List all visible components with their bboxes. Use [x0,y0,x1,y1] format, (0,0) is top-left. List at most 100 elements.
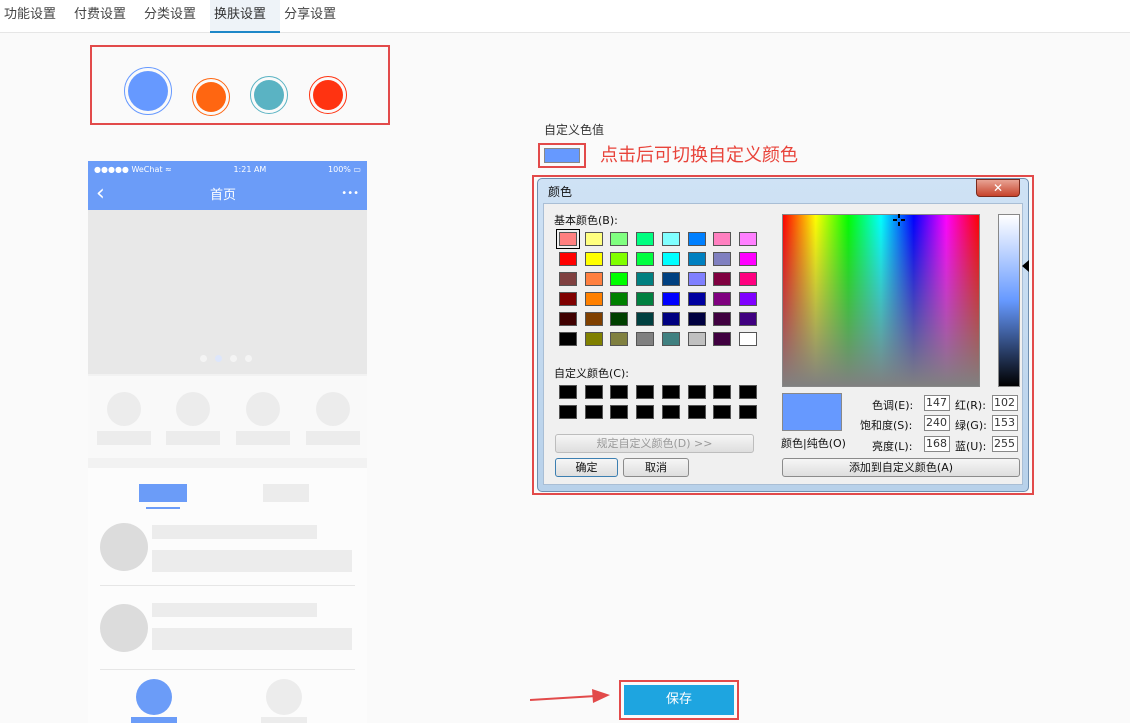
basic-color-cell[interactable] [738,312,757,326]
theme-swatch-group [90,45,390,125]
custom-color-cell[interactable] [661,385,680,399]
ok-button[interactable]: 确定 [555,458,618,477]
basic-color-cell[interactable] [610,312,629,326]
theme-swatch-red[interactable] [309,76,347,114]
custom-color-cell[interactable] [738,385,757,399]
basic-color-cell[interactable] [713,272,732,286]
custom-color-picker-button[interactable] [538,143,586,168]
basic-color-cell[interactable] [636,332,655,346]
basic-color-cell[interactable] [559,292,577,306]
cancel-button[interactable]: 取消 [623,458,689,477]
luminance-arrow-icon[interactable] [1022,260,1029,272]
custom-color-cell[interactable] [559,405,577,419]
custom-color-cell[interactable] [687,405,706,419]
custom-color-cell[interactable] [610,385,629,399]
tab-function[interactable]: 功能设置 [0,0,70,33]
define-custom-colors-button[interactable]: 规定自定义颜色(D) >> [555,434,754,453]
tab-share[interactable]: 分享设置 [280,0,350,33]
basic-color-cell[interactable] [584,232,603,246]
basic-color-cell[interactable] [738,292,757,306]
custom-color-cell[interactable] [584,405,603,419]
color-spectrum[interactable] [782,214,980,387]
custom-color-cell[interactable] [713,405,732,419]
custom-color-cell[interactable] [610,405,629,419]
blue-label: 蓝(U): [955,440,987,453]
custom-color-cell[interactable] [559,385,577,399]
basic-color-cell[interactable] [610,332,629,346]
basic-color-cell[interactable] [713,312,732,326]
color-dialog-title: 颜色 [548,185,573,199]
tab-payment[interactable]: 付费设置 [70,0,140,33]
basic-color-cell[interactable] [559,332,577,346]
basic-color-cell[interactable] [636,312,655,326]
luminance-input[interactable]: 168 [924,436,950,452]
basic-color-cell[interactable] [738,272,757,286]
basic-color-cell[interactable] [687,232,706,246]
basic-color-cell[interactable] [636,252,655,266]
add-to-custom-colors-button[interactable]: 添加到自定义颜色(A) [782,458,1020,477]
custom-color-cell[interactable] [713,385,732,399]
basic-color-cell[interactable] [687,312,706,326]
red-label: 红(R): [955,399,986,412]
theme-swatch-blue[interactable] [124,67,172,115]
custom-color-cell[interactable] [636,385,655,399]
basic-color-cell[interactable] [559,252,577,266]
basic-color-cell[interactable] [584,292,603,306]
basic-color-cell[interactable] [559,312,577,326]
basic-color-cell[interactable] [687,252,706,266]
theme-swatch-orange[interactable] [192,78,230,116]
basic-color-cell[interactable] [610,292,629,306]
basic-color-cell[interactable] [584,252,603,266]
phone-status-bar: ●●●●● WeChat ≈ 1:21 AM 100% ▭ [88,161,367,177]
custom-color-cell[interactable] [584,385,603,399]
basic-color-cell[interactable] [687,332,706,346]
blue-input[interactable]: 255 [992,436,1018,452]
custom-color-cell[interactable] [636,405,655,419]
basic-color-cell[interactable] [661,252,680,266]
save-button[interactable]: 保存 [624,685,734,715]
tab-skin[interactable]: 换肤设置 [210,0,281,33]
saturation-input[interactable]: 240 [924,415,950,431]
basic-color-cell[interactable] [559,272,577,286]
tab-category[interactable]: 分类设置 [140,0,210,33]
basic-color-cell[interactable] [610,232,629,246]
custom-color-cell[interactable] [687,385,706,399]
basic-color-cell[interactable] [636,292,655,306]
basic-color-cell[interactable] [636,232,655,246]
custom-color-fill [544,148,580,163]
green-input[interactable]: 153 [992,415,1018,431]
color-dialog-body: 基本颜色(B): 自定义颜色(C): 规定自定义颜色(D) >> 确定 取消 颜… [543,203,1029,485]
luminance-slider[interactable] [998,214,1020,387]
basic-color-cell[interactable] [713,332,732,346]
basic-color-cell[interactable] [661,272,680,286]
basic-color-cell[interactable] [584,312,603,326]
red-input[interactable]: 102 [992,395,1018,411]
basic-color-cell[interactable] [610,272,629,286]
basic-color-cell[interactable] [661,312,680,326]
close-icon[interactable]: ✕ [976,179,1020,197]
basic-color-cell[interactable] [738,332,757,346]
basic-color-cell[interactable] [687,272,706,286]
basic-color-cell[interactable] [610,252,629,266]
phone-carrier: ●●●●● WeChat ≈ [94,164,172,174]
custom-colors-label: 自定义颜色(C): [554,367,629,380]
hue-input[interactable]: 147 [924,395,950,411]
save-button-frame: 保存 [619,680,739,720]
basic-color-cell[interactable] [713,232,732,246]
custom-color-cell[interactable] [738,405,757,419]
basic-color-cell[interactable] [556,229,580,249]
basic-color-cell[interactable] [661,232,680,246]
custom-color-cell[interactable] [661,405,680,419]
basic-color-cell[interactable] [738,232,757,246]
theme-swatch-teal[interactable] [250,76,288,114]
basic-color-cell[interactable] [636,272,655,286]
basic-color-cell[interactable] [713,252,732,266]
basic-color-cell[interactable] [584,332,603,346]
basic-color-cell[interactable] [584,272,603,286]
basic-color-cell[interactable] [661,292,680,306]
basic-color-cell[interactable] [738,252,757,266]
basic-color-cell[interactable] [687,292,706,306]
basic-color-cell[interactable] [661,332,680,346]
basic-color-cell[interactable] [713,292,732,306]
phone-icon-grid [88,376,367,458]
